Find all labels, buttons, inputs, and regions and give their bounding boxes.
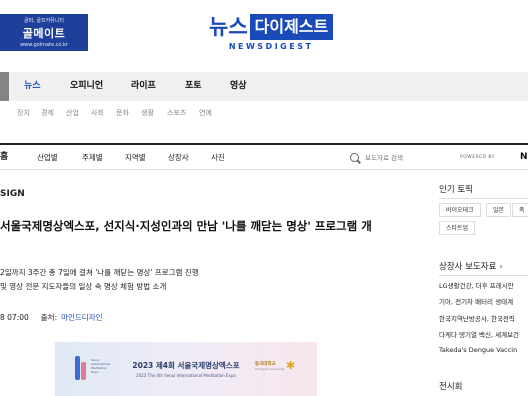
article-meta: 8 07:00 출처: 마인드디자인 <box>0 312 103 323</box>
article-summary-line: 2일까지 3주간 총 7일에 걸쳐 '나를 깨닫는 명상' 프로그램 진행 <box>0 268 199 277</box>
article-summary-line: 및 영상 전문 지도자들의 일상 속 명상 체험 방법 소개 <box>0 282 167 291</box>
nav-item-life[interactable]: 라이프 <box>131 72 156 101</box>
press-search-input[interactable] <box>365 151 425 164</box>
sub-nav-politics[interactable]: 정치 <box>17 101 30 126</box>
source-label: 출처: <box>40 313 58 322</box>
sub-nav-economy[interactable]: 경제 <box>41 101 54 126</box>
listed-press-title[interactable]: 상장사 보도자료 › <box>439 260 503 272</box>
nav-item-opinion[interactable]: 오피니언 <box>70 72 103 101</box>
nav-active-indicator <box>0 72 9 101</box>
press-item[interactable]: 한국지역난방공사, 한국전력 <box>439 313 528 323</box>
press-nav-by-region[interactable]: 지역별 <box>125 145 146 170</box>
ad-name: 골메이트 <box>22 27 66 40</box>
sub-nav: 정치 경제 산업 사회 문화 생활 스포츠 연예 <box>0 101 528 126</box>
press-item[interactable]: 기아, 전기차 배터리 생태계 <box>439 296 528 306</box>
press-nav-by-industry[interactable]: 산업별 <box>37 145 58 170</box>
main-nav: 뉴스 오피니언 라이프 포토 영상 <box>0 72 528 101</box>
topic-tag[interactable]: 일본 <box>486 203 512 217</box>
sub-nav-entertainment[interactable]: 연예 <box>199 101 212 126</box>
article-category: SIGN <box>0 189 25 199</box>
divider <box>439 198 528 199</box>
chevron-right-icon: › <box>499 262 503 271</box>
press-nav-home[interactable]: 홈 <box>0 145 8 170</box>
powered-by-logo: N <box>520 152 528 162</box>
logo-sub: NEWSDIGEST <box>228 42 314 51</box>
article-title: 서울국제명상엑스포, 선지식·지성인과의 만남 '나를 깨닫는 명상' 프로그램… <box>0 219 372 233</box>
lotus-icon: ✱ <box>286 359 296 372</box>
banner-subtitle: 2023 The 4th Seoul International Meditat… <box>136 373 236 378</box>
article-time: 8 07:00 <box>0 313 29 322</box>
ad-banner-golmate[interactable]: 골퍼, 골프커뮤니티 골메이트 www.golmate.co.kr <box>0 14 88 51</box>
ad-tagline: 골퍼, 골프커뮤니티 <box>24 18 64 24</box>
article-banner-image: Seoul International Meditation Expo 2023… <box>55 342 317 396</box>
sub-nav-society[interactable]: 사회 <box>91 101 104 126</box>
sub-nav-living[interactable]: 생활 <box>141 101 154 126</box>
logo-left: 뉴스 <box>209 15 248 39</box>
ad-url: www.golmate.co.kr <box>20 42 68 48</box>
press-nav-listed[interactable]: 상장사 <box>168 145 189 170</box>
sub-nav-sports[interactable]: 스포츠 <box>167 101 186 126</box>
press-release-nav: 홈 산업별 주제별 지역별 상장사 사진 POWERED BY N <box>0 143 528 170</box>
divider <box>439 275 528 276</box>
topic-tag[interactable]: 스타트업 <box>439 221 476 235</box>
site-logo[interactable]: 뉴스 다이제스트 NEWSDIGEST <box>209 14 334 51</box>
nav-item-photo[interactable]: 포토 <box>185 72 202 101</box>
press-nav-by-topic[interactable]: 주제별 <box>82 145 103 170</box>
press-item[interactable]: 다케다 뎅기열 백신, 세계보건 <box>439 329 528 339</box>
press-nav-photos[interactable]: 사진 <box>211 145 225 170</box>
nav-item-news[interactable]: 뉴스 <box>24 72 41 101</box>
powered-by-label: POWERED BY <box>460 155 496 160</box>
nav-item-video[interactable]: 영상 <box>230 72 247 101</box>
exhibitions-title: 전시회 <box>439 382 463 392</box>
logo-right: 다이제스트 <box>249 14 334 40</box>
source-link[interactable]: 마인드디자인 <box>61 313 102 322</box>
press-item[interactable]: Takeda's Dengue Vaccin <box>439 346 528 354</box>
university-logo: 동국대학교 Dongguk University ✱ <box>255 359 296 372</box>
search-icon[interactable] <box>350 153 359 162</box>
press-item[interactable]: LG생활건강, 더후 프레시안 <box>439 280 528 290</box>
sub-nav-culture[interactable]: 문화 <box>116 101 129 126</box>
sub-nav-industry[interactable]: 산업 <box>66 101 79 126</box>
listed-press-label: 상장사 보도자료 <box>439 262 497 272</box>
topic-tag[interactable]: 축 <box>512 203 528 217</box>
topic-tag[interactable]: 바이오테크 <box>439 203 481 217</box>
popular-topics-title: 인기 토픽 <box>439 185 473 195</box>
